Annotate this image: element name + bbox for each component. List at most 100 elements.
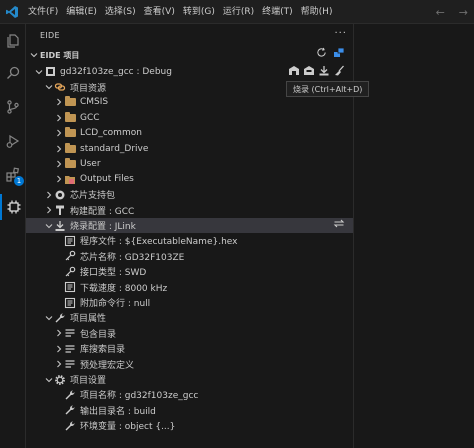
list-icon [64, 327, 76, 339]
source-control-icon[interactable] [0, 94, 26, 120]
tree-item-build-config[interactable]: 构建配置 : GCC [26, 203, 353, 218]
menu-help[interactable]: 帮助(H) [297, 0, 337, 24]
chevron-right-icon [54, 343, 64, 355]
chevron-right-icon [44, 204, 54, 216]
list-icon [64, 358, 76, 370]
menu-go[interactable]: 转到(G) [179, 0, 219, 24]
forward-arrow-icon[interactable]: → [459, 6, 468, 19]
sidebar-header: EIDE ··· [26, 24, 353, 46]
chevron-right-icon [54, 143, 64, 155]
tree-label: LCD_common [80, 128, 142, 139]
tree-label: 接口类型 : SWD [80, 268, 147, 279]
tree-item-folder-lcd-common[interactable]: LCD_common [26, 126, 353, 141]
search-icon[interactable] [0, 60, 26, 86]
clean-broom-icon[interactable] [333, 65, 345, 79]
flash-download-icon[interactable] [318, 65, 330, 79]
wrench-icon [64, 420, 76, 432]
menu-terminal[interactable]: 终端(T) [258, 0, 297, 24]
tree-label: 芯片支持包 [70, 191, 116, 202]
tree-item-output-files[interactable]: Output Files [26, 172, 353, 187]
tree-item-defines[interactable]: 预处理宏定义 [26, 356, 353, 371]
more-actions-icon[interactable]: ··· [334, 28, 347, 39]
folder-icon [64, 142, 76, 155]
chevron-right-icon [54, 96, 64, 108]
tree-item-include-dirs[interactable]: 包含目录 [26, 326, 353, 341]
tree-label: 芯片名称 : GD32F103ZE [80, 252, 185, 263]
folder-icon [64, 127, 76, 139]
tree-label: 烧录配置 : JLink [70, 222, 136, 233]
tree-label: 构建配置 : GCC [70, 206, 135, 217]
project-icon [44, 66, 56, 78]
tree-item-lib-dirs[interactable]: 库搜索目录 [26, 341, 353, 356]
tree-item-chip-name[interactable]: 芯片名称 : GD32F103ZE [26, 249, 353, 264]
tree-label: 环境变量 : object {...} [80, 422, 176, 433]
tree-item-folder-user[interactable]: User [26, 156, 353, 171]
folder-icon [64, 111, 76, 124]
extensions-icon[interactable]: 1 [0, 162, 26, 188]
tree-item-output-dir[interactable]: 输出目录名 : build [26, 403, 353, 418]
tree-item-project-attributes[interactable]: 项目属性 [26, 310, 353, 325]
hammer-icon [54, 204, 66, 216]
activity-bar: 1 [0, 24, 26, 448]
chevron-down-icon [44, 220, 54, 232]
menu-file[interactable]: 文件(F) [24, 0, 62, 24]
tree-item-interface-type[interactable]: 接口类型 : SWD [26, 264, 353, 279]
tree-item-program-file[interactable]: 程序文件 : ${ExecutableName}.hex [26, 233, 353, 248]
chevron-down-icon [44, 374, 54, 386]
folder-icon [64, 96, 76, 108]
chevron-down-icon [34, 66, 44, 78]
list-icon [64, 343, 76, 355]
folder-icon [64, 158, 76, 170]
tree-label: 预处理宏定义 [80, 360, 135, 371]
package-icon [54, 189, 66, 201]
tree-label: 下载速度 : 8000 kHz [80, 283, 168, 294]
tree-item-env-vars[interactable]: 环境变量 : object {...} [26, 418, 353, 433]
wrench-icon [54, 312, 66, 324]
chevron-right-icon [54, 327, 64, 339]
key-icon [64, 266, 76, 278]
rebuild-icon[interactable] [303, 65, 315, 79]
tree-item-project-name[interactable]: 项目名称 : gd32f103ze_gcc [26, 387, 353, 402]
tree-label: standard_Drive [80, 143, 149, 154]
tree-item-project-settings[interactable]: 项目设置 [26, 372, 353, 387]
download-icon [54, 220, 66, 232]
tree-item-folder-standard-drive[interactable]: standard_Drive [26, 141, 353, 156]
chevron-down-icon [28, 49, 40, 61]
tree-label: 附加命令行 : null [80, 299, 151, 310]
tree-item-folder-gcc[interactable]: GCC [26, 110, 353, 125]
tree-label: 项目名称 : gd32f103ze_gcc [80, 391, 199, 402]
back-arrow-icon[interactable]: ← [436, 6, 445, 19]
tree-label: 包含目录 [80, 329, 117, 340]
link-icon [54, 81, 66, 93]
switch-flasher-icon[interactable] [333, 218, 345, 232]
chevron-right-icon [54, 358, 64, 370]
flash-tooltip: 烧录 (Ctrl+Alt+D) [286, 81, 370, 97]
menu-edit[interactable]: 编辑(E) [62, 0, 101, 24]
wrench-icon [64, 389, 76, 401]
menu-selection[interactable]: 选择(S) [101, 0, 140, 24]
tree-item-download-speed[interactable]: 下载速度 : 8000 kHz [26, 279, 353, 294]
project-switch-icon[interactable] [333, 47, 345, 60]
menu-view[interactable]: 查看(V) [140, 0, 179, 24]
eide-chip-icon[interactable] [0, 194, 26, 220]
menu-run[interactable]: 运行(R) [219, 0, 258, 24]
chevron-down-icon [44, 312, 54, 324]
chevron-right-icon [54, 173, 64, 185]
output-folder-icon [64, 173, 76, 185]
sidebar-title: EIDE [40, 30, 60, 40]
tree-item-project[interactable]: gd32f103ze_gcc : Debug [26, 64, 353, 79]
refresh-icon[interactable] [316, 47, 327, 60]
build-icon[interactable] [288, 65, 300, 79]
title-bar: 文件(F) 编辑(E) 选择(S) 查看(V) 转到(G) 运行(R) 终端(T… [0, 0, 474, 24]
tree-label: CMSIS [80, 97, 109, 108]
tree-label: 项目资源 [70, 83, 107, 94]
project-label: gd32f103ze_gcc : Debug [60, 66, 172, 77]
tree-label: 输出目录名 : build [80, 406, 156, 417]
tree-item-flash-config[interactable]: 烧录配置 : JLink [26, 217, 353, 234]
run-debug-icon[interactable] [0, 128, 26, 154]
tree-item-chip-support-package[interactable]: 芯片支持包 [26, 187, 353, 202]
explorer-icon[interactable] [0, 28, 26, 54]
tree-item-extra-command[interactable]: 附加命令行 : null [26, 295, 353, 310]
section-eide-project[interactable]: EIDE 项目 [26, 46, 353, 64]
tree-label: Output Files [80, 174, 134, 185]
